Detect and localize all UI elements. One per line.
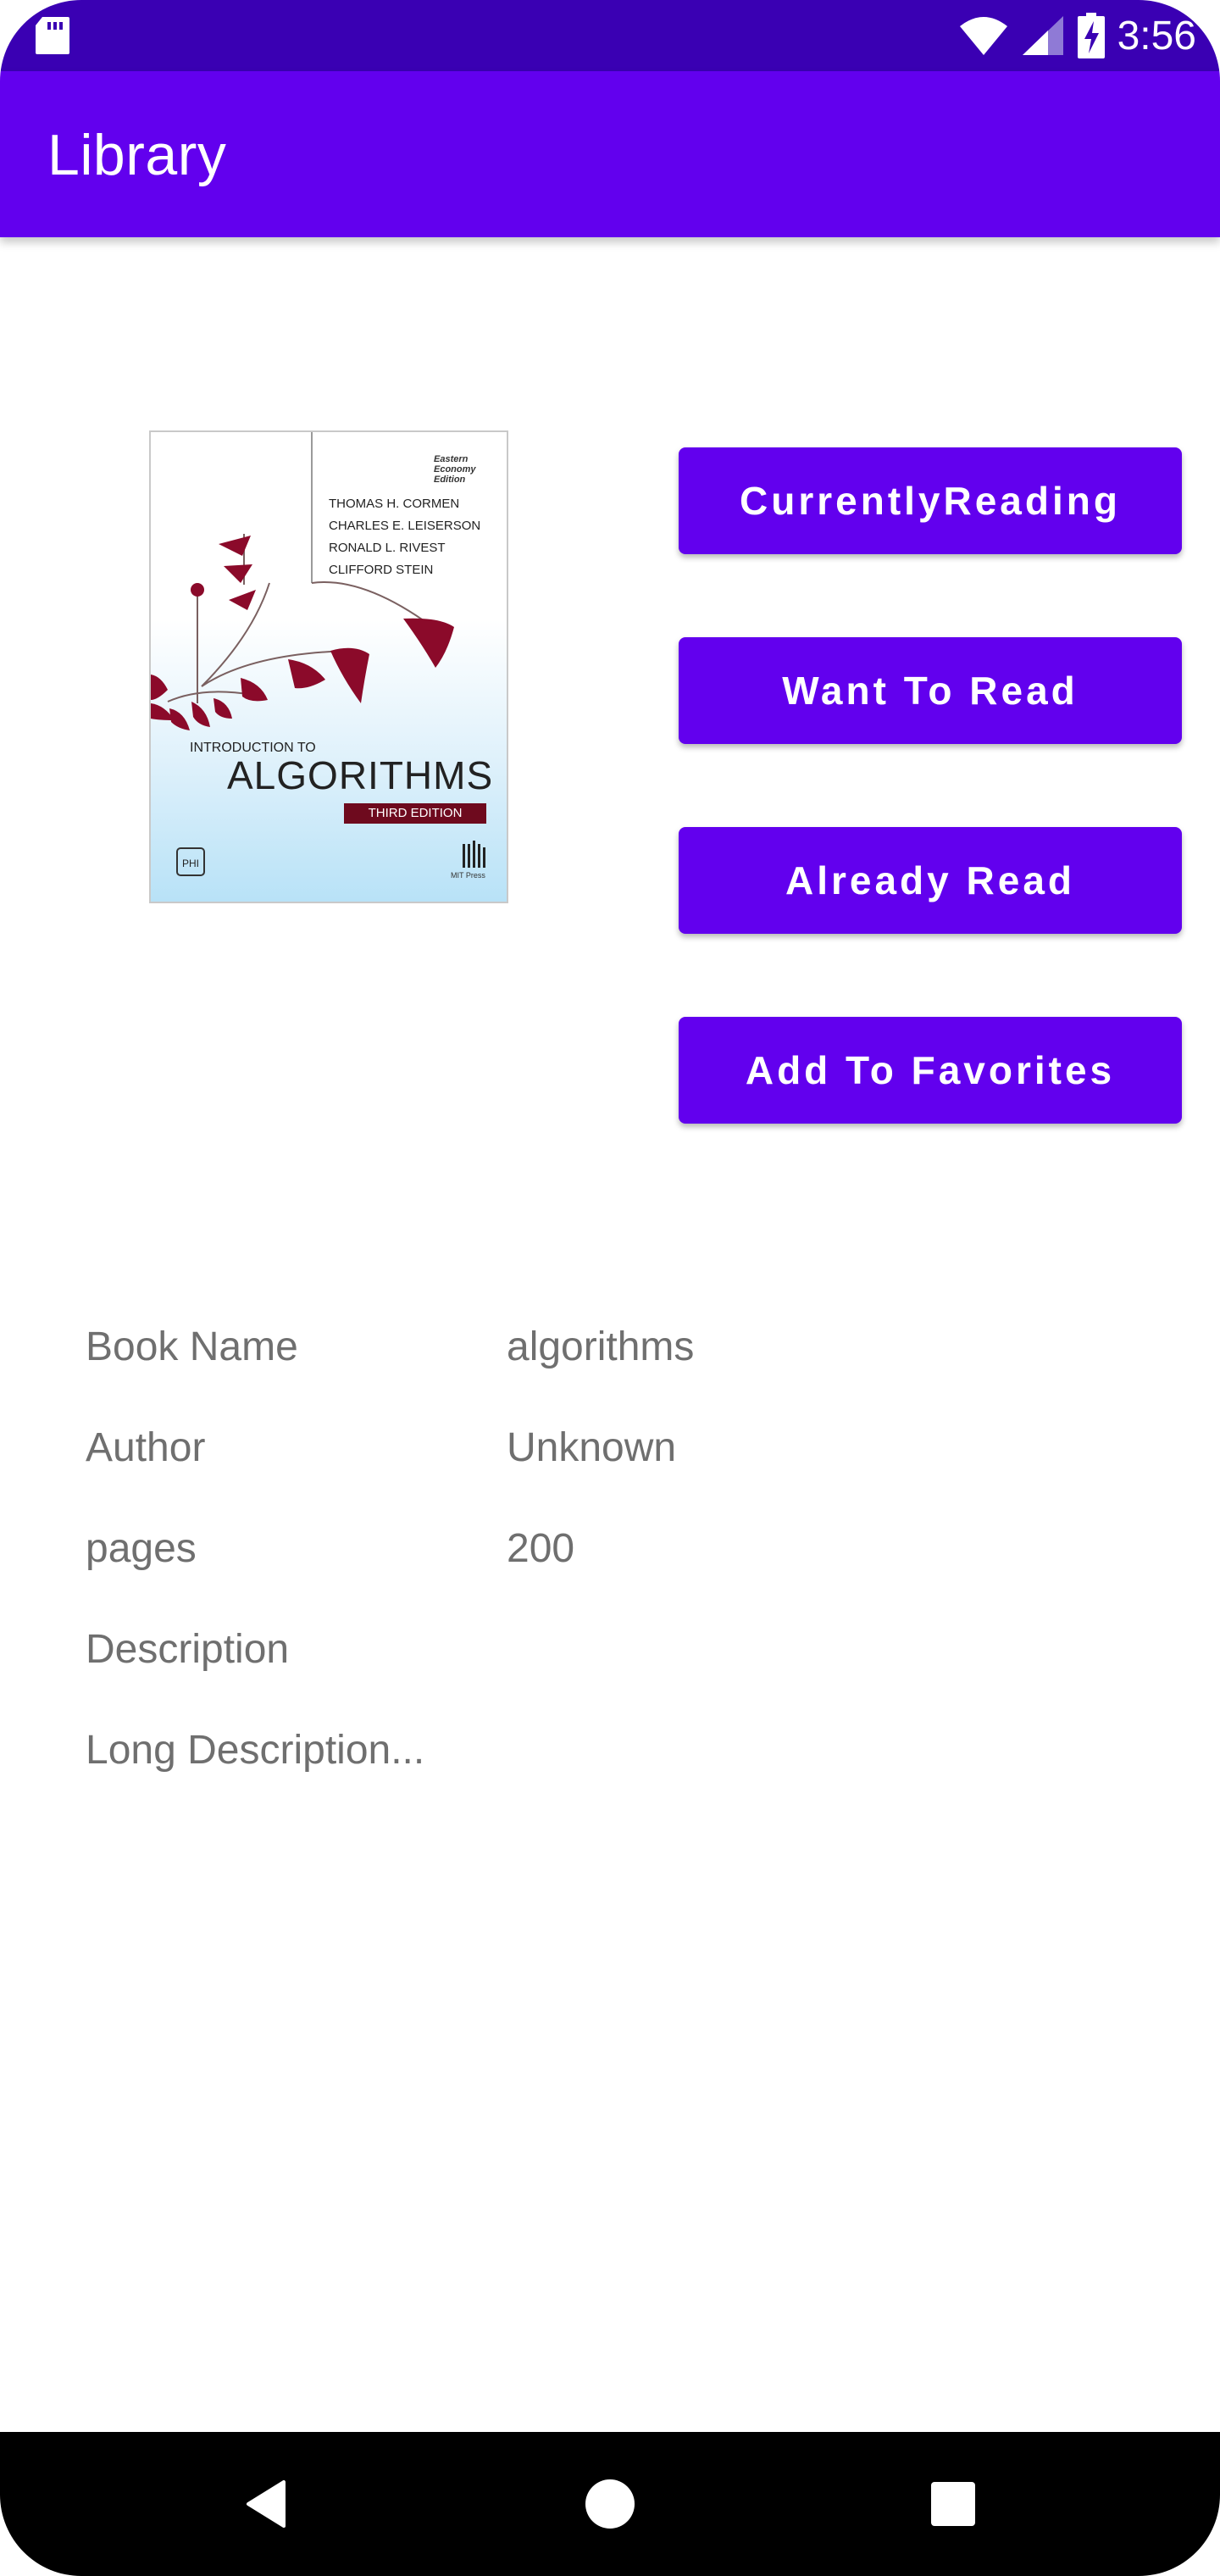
add-to-favorites-button[interactable]: Add To Favorites: [679, 1017, 1182, 1124]
currently-reading-button[interactable]: CurrentlyReading: [679, 447, 1182, 554]
book-name-label: Book Name: [86, 1324, 298, 1369]
cover-title: ALGORITHMS: [227, 753, 494, 797]
home-button[interactable]: [572, 2466, 648, 2542]
navigation-bar: [0, 2432, 1220, 2576]
publisher-logo-left: PHI: [176, 847, 205, 876]
cover-authors: THOMAS H. CORMEN CHARLES E. LEISERSON RO…: [329, 497, 481, 577]
home-icon: [585, 2479, 635, 2529]
already-read-button[interactable]: Already Read: [679, 827, 1182, 934]
back-icon: [247, 2480, 286, 2528]
cover-badge: Eastern Economy Edition: [434, 454, 476, 485]
status-time: 3:56: [1117, 13, 1196, 58]
app-title: Library: [47, 123, 227, 187]
back-button[interactable]: [229, 2466, 305, 2542]
description-label: Description: [86, 1627, 290, 1672]
publisher-name-right: MIT Press: [451, 871, 485, 880]
author-value: Unknown: [507, 1425, 677, 1470]
sd-card-icon: [36, 17, 69, 54]
long-description-text: Long Description...: [86, 1728, 425, 1773]
wifi-icon: [959, 17, 1007, 55]
pages-value: 200: [507, 1526, 575, 1571]
book-cover-image: Eastern Economy Edition THOMAS H. CORMEN…: [149, 430, 508, 903]
pages-label: pages: [86, 1526, 197, 1571]
author-label: Author: [86, 1425, 206, 1470]
recents-button[interactable]: [915, 2466, 991, 2542]
cover-edition: THIRD EDITION: [344, 803, 486, 824]
status-indicators: 3:56: [958, 8, 1196, 63]
mit-press-logo: [463, 841, 485, 868]
cell-signal-icon: [1022, 16, 1063, 55]
app-bar: Library: [0, 71, 1220, 237]
recents-icon: [931, 2482, 975, 2526]
status-bar: 3:56: [0, 0, 1220, 71]
book-name-value: algorithms: [507, 1324, 695, 1369]
screen: 3:56 Library Eastern Economy Edition THO…: [0, 0, 1220, 2576]
want-to-read-button[interactable]: Want To Read: [679, 637, 1182, 744]
battery-charging-icon: [1077, 13, 1105, 58]
